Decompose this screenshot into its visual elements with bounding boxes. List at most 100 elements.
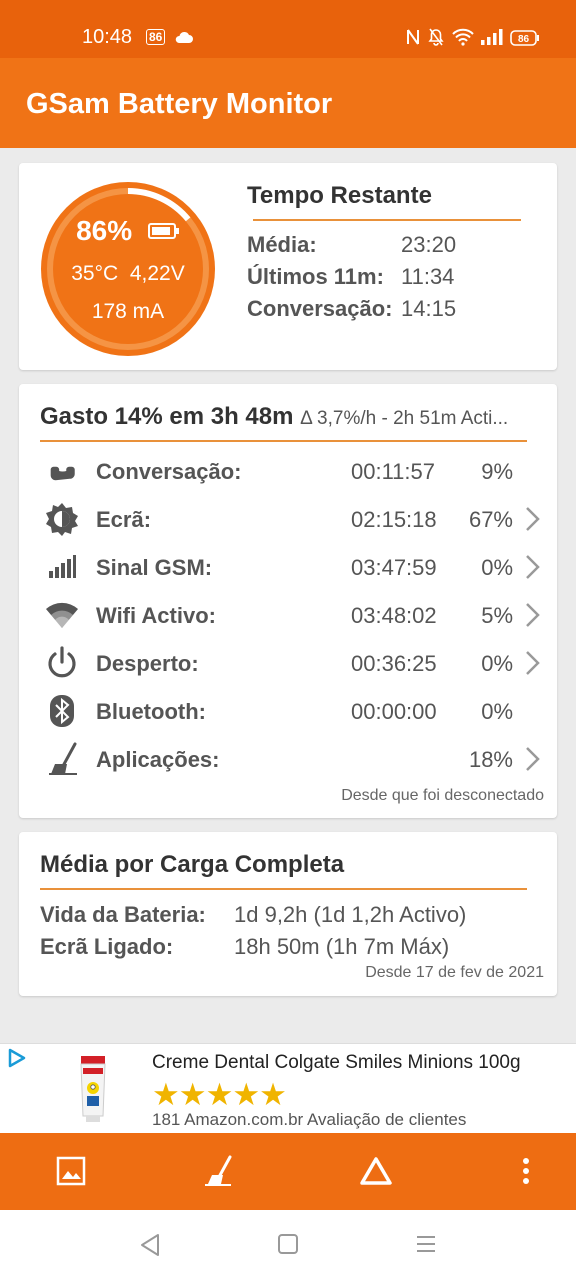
spent-title: Gasto 14% em 3h 48m: [40, 403, 294, 430]
average-label: Vida da Bateria:: [40, 902, 206, 927]
wifi-status-icon: [452, 28, 474, 51]
usage-time: 03:47:59: [351, 555, 437, 580]
battery-summary-card[interactable]: 86% 35°C 4,22V 178 mA Tempo Restante Méd…: [19, 163, 557, 370]
divider: [253, 219, 521, 221]
battery-temperature: 35°C: [71, 262, 119, 285]
spent-header: Gasto 14% em 3h 48m Δ 3,7%/h - 2h 51m Ac…: [40, 403, 545, 431]
usage-label: Desperto:: [96, 651, 199, 676]
usage-row-awake[interactable]: Desperto: 00:36:25 0%: [19, 639, 557, 687]
usage-time: 03:48:02: [351, 603, 437, 628]
broom-icon[interactable]: [200, 1153, 236, 1189]
usage-time: 02:15:18: [351, 507, 437, 532]
battery-voltage: 4,22V: [129, 262, 185, 285]
back-icon[interactable]: [138, 1232, 162, 1258]
remaining-label: Últimos 11m:: [247, 264, 384, 289]
bottom-toolbar: [0, 1133, 576, 1210]
average-value: 1d 9,2h (1d 1,2h Activo): [234, 902, 467, 927]
image-icon[interactable]: [53, 1153, 89, 1189]
remaining-label: Média:: [247, 232, 317, 257]
usage-row-wifi[interactable]: Wifi Activo: 03:48:02 5%: [19, 591, 557, 639]
remaining-label: Conversação:: [247, 296, 393, 321]
wifi-icon: [43, 597, 81, 633]
usage-row-call: Conversação: 00:11:57 9%: [19, 447, 557, 495]
battery-icon: [147, 215, 180, 247]
average-value: 18h 50m (1h 7m Máx): [234, 934, 450, 959]
average-card: Média por Carga Completa Vida da Bateria…: [19, 832, 557, 996]
battery-percent: 86%: [76, 214, 133, 246]
signal-bars-icon: [43, 549, 81, 585]
usage-percent: 67%: [468, 507, 513, 532]
remaining-value: 14:15: [401, 296, 457, 321]
usage-row-gsm[interactable]: Sinal GSM: 03:47:59 0%: [19, 543, 557, 591]
usage-time: 00:36:25: [351, 651, 437, 676]
mute-bell-icon: [428, 28, 444, 51]
remaining-title: Tempo Restante: [247, 182, 432, 209]
broom-icon: [43, 741, 81, 777]
divider: [40, 440, 527, 442]
notification-badge: 86: [146, 29, 166, 45]
chevron-right-icon[interactable]: [522, 553, 544, 581]
remaining-row: Média: 23:20: [247, 232, 456, 258]
average-title: Média por Carga Completa: [40, 851, 345, 878]
usage-row-bluetooth: Bluetooth: 00:00:00 0%: [19, 687, 557, 735]
status-time: 10:48: [82, 26, 133, 48]
battery-status-icon: 86: [510, 30, 540, 51]
star-rating-icon: ★★★★★: [152, 1077, 287, 1112]
divider: [40, 888, 527, 890]
average-label: Ecrã Ligado:: [40, 934, 174, 959]
status-bar: 10:48 86 86: [0, 0, 576, 58]
remaining-value: 23:20: [401, 232, 457, 257]
usage-label: Aplicações:: [96, 747, 220, 772]
usage-label: Wifi Activo:: [96, 603, 216, 628]
usage-percent: 9%: [481, 459, 513, 484]
usage-time: 00:11:57: [351, 459, 436, 484]
usage-row-screen[interactable]: Ecrã: 02:15:18 67%: [19, 495, 557, 543]
chevron-right-icon[interactable]: [522, 649, 544, 677]
spent-subtitle: Δ 3,7%/h - 2h 51m Acti...: [300, 408, 509, 429]
usage-label: Conversação:: [96, 459, 242, 484]
more-vert-icon[interactable]: [508, 1153, 544, 1189]
power-icon: [43, 645, 81, 681]
usage-time: 00:00:00: [351, 699, 437, 724]
chevron-right-icon[interactable]: [522, 601, 544, 629]
ad-choices-icon[interactable]: [6, 1048, 28, 1068]
product-image[interactable]: [78, 1054, 108, 1124]
cell-signal-icon: [480, 28, 504, 51]
remaining-row: Últimos 11m: 11:34: [247, 264, 454, 290]
ad-title[interactable]: Creme Dental Colgate Smiles Minions 100g: [152, 1052, 521, 1074]
usage-label: Sinal GSM:: [96, 555, 213, 580]
ad-reviews: 181 Amazon.com.br Avaliação de clientes: [152, 1110, 467, 1129]
ad-banner[interactable]: Creme Dental Colgate Smiles Minions 100g…: [0, 1043, 576, 1133]
phone-icon: [43, 453, 81, 489]
remaining-row: Conversação: 14:15: [247, 296, 456, 322]
home-icon[interactable]: [277, 1232, 299, 1256]
usage-label: Bluetooth:: [96, 699, 206, 724]
delta-icon[interactable]: [358, 1153, 394, 1189]
cloud-icon: [174, 30, 194, 49]
bluetooth-icon: [43, 693, 81, 729]
usage-percent: 0%: [481, 651, 513, 676]
gauge-readout: 86% 35°C 4,22V 178 mA: [39, 180, 217, 358]
nfc-icon: [406, 28, 420, 51]
spent-note: Desde que foi desconectado: [341, 787, 544, 804]
remaining-value: 11:34: [401, 264, 455, 289]
system-nav-bar: [0, 1210, 576, 1280]
recents-icon[interactable]: [414, 1232, 438, 1256]
usage-percent: 0%: [481, 555, 513, 580]
usage-percent: 18%: [468, 747, 513, 772]
usage-row-apps[interactable]: Aplicações: 18%: [19, 735, 557, 783]
usage-label: Ecrã:: [96, 507, 152, 532]
battery-current: 178 mA: [91, 300, 165, 323]
average-row: Vida da Bateria: 1d 9,2h (1d 1,2h Activo): [40, 902, 466, 928]
usage-percent: 5%: [481, 603, 513, 628]
average-row: Ecrã Ligado: 18h 50m (1h 7m Máx): [40, 934, 449, 960]
screen-brightness-icon: [43, 501, 81, 537]
battery-status-level: 86: [518, 34, 530, 45]
chevron-right-icon[interactable]: [522, 745, 544, 773]
app-bar: GSam Battery Monitor: [0, 58, 576, 148]
average-note: Desde 17 de fev de 2021: [365, 964, 544, 981]
chevron-right-icon[interactable]: [522, 505, 544, 533]
usage-card: Gasto 14% em 3h 48m Δ 3,7%/h - 2h 51m Ac…: [19, 384, 557, 818]
usage-percent: 0%: [481, 699, 513, 724]
app-title: GSam Battery Monitor: [26, 88, 333, 120]
